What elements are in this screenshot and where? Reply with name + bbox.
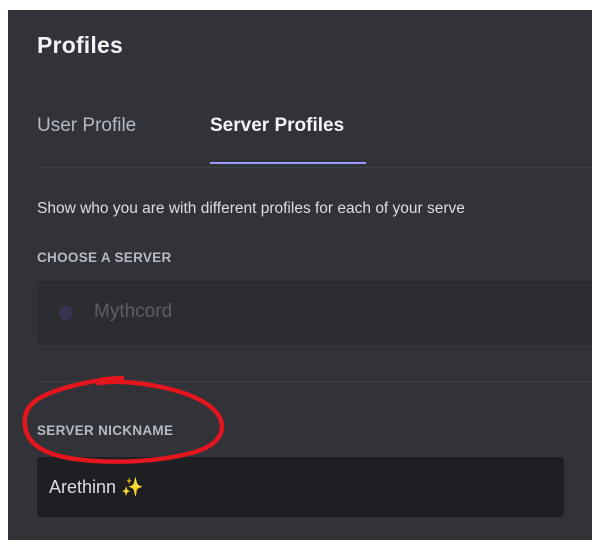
settings-panel: Profiles User Profile Server Profiles Sh… <box>8 10 592 540</box>
server-nickname-label: SERVER NICKNAME <box>37 423 174 438</box>
tabs-divider <box>37 167 592 168</box>
server-nickname-input[interactable] <box>37 457 564 517</box>
selected-server-name: Mythcord <box>94 301 173 322</box>
profile-tabs: User Profile Server Profiles <box>37 105 592 165</box>
section-divider <box>37 381 592 382</box>
choose-server-label: CHOOSE A SERVER <box>37 250 172 265</box>
server-icon <box>59 306 73 320</box>
server-select-dropdown[interactable]: Mythcord <box>37 281 592 345</box>
server-profiles-description: Show who you are with different profiles… <box>37 200 465 217</box>
active-tab-indicator <box>210 162 366 164</box>
page-title: Profiles <box>37 32 123 58</box>
tab-user-profile[interactable]: User Profile <box>37 115 136 137</box>
tab-server-profiles[interactable]: Server Profiles <box>210 115 344 137</box>
